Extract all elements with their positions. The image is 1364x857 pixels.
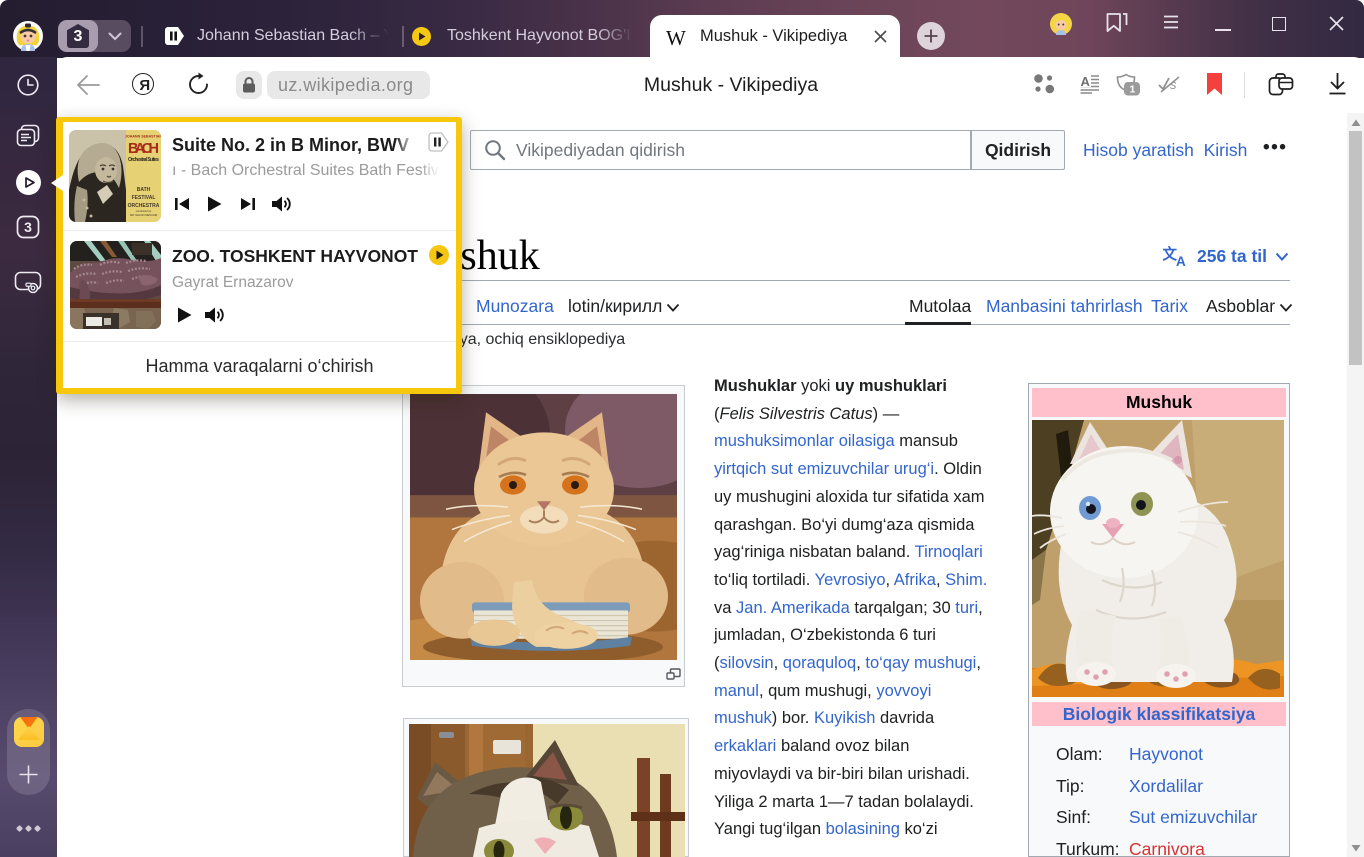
svg-text:FESTIVAL: FESTIVAL [132, 195, 156, 201]
svg-text:ORCHESTRA: ORCHESTRA [128, 203, 160, 209]
svg-text:Orchestral Suites: Orchestral Suites [128, 157, 159, 163]
svg-text:BACH: BACH [128, 141, 159, 157]
svg-text:JOHANN SEBASTIAN: JOHANN SEBASTIAN [125, 135, 161, 139]
svg-text:A: A [1176, 254, 1186, 267]
svg-text:A: A [1081, 75, 1091, 89]
svg-text:SIR YEHUDI MENUHIN: SIR YEHUDI MENUHIN [130, 213, 158, 217]
svg-text:3: 3 [24, 219, 32, 235]
svg-text:conducted by: conducted by [136, 209, 152, 213]
svg-text:BATH: BATH [137, 187, 151, 193]
svg-text:1: 1 [1130, 84, 1136, 96]
